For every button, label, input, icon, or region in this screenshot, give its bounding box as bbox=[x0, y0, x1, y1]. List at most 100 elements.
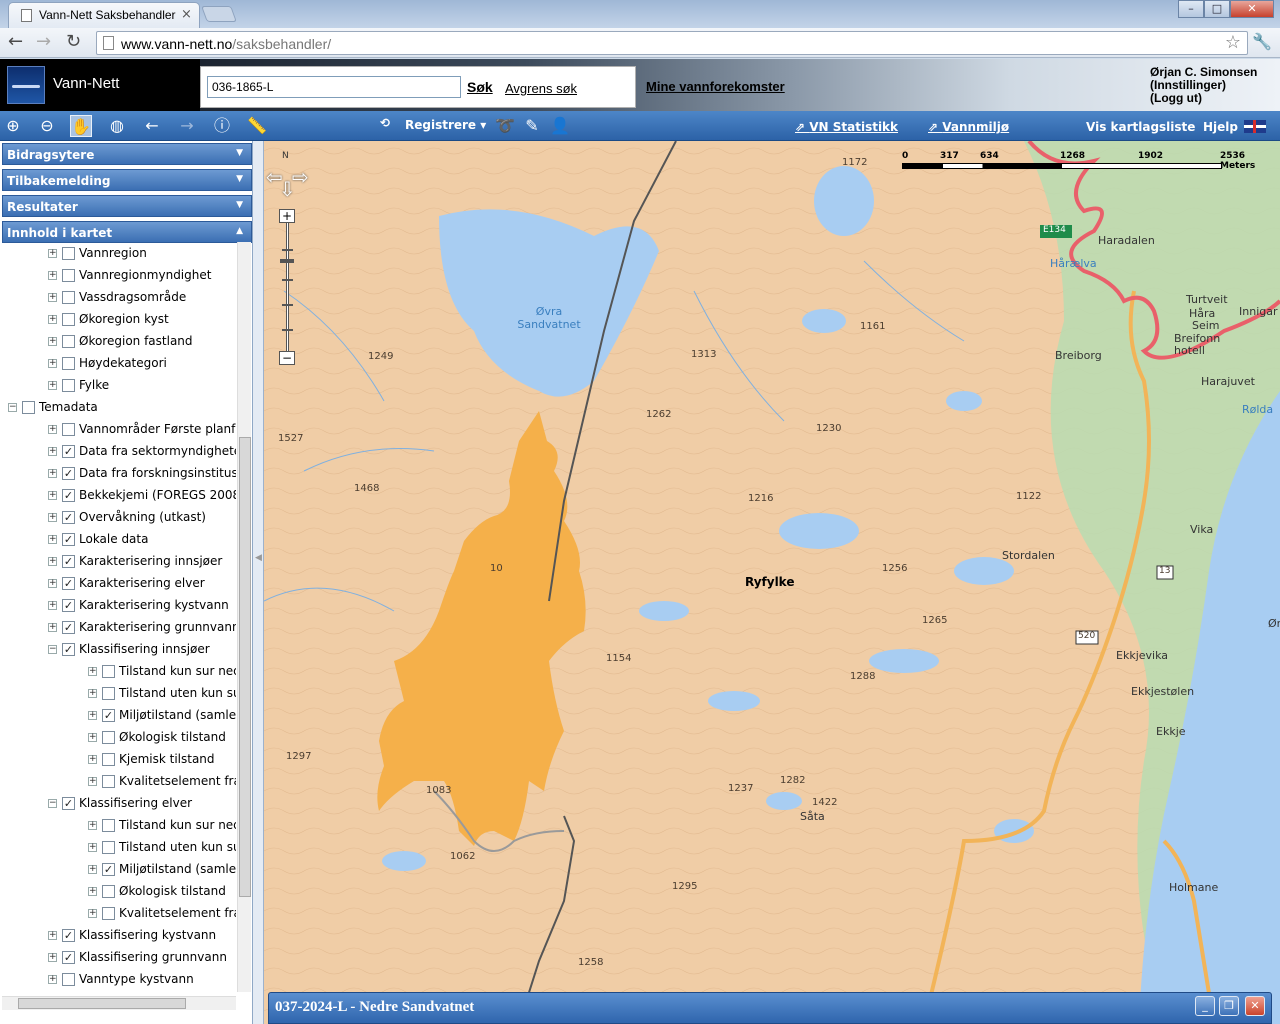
expand-icon[interactable]: + bbox=[48, 425, 57, 434]
full-extent-globe-icon[interactable]: ◍ bbox=[106, 115, 128, 137]
scrollbar-thumb[interactable] bbox=[18, 998, 186, 1009]
search-input[interactable] bbox=[207, 76, 461, 98]
expand-icon[interactable]: + bbox=[88, 843, 97, 852]
tree-item[interactable]: + Tilstand kun sur nedbør bbox=[88, 662, 236, 684]
tree-item[interactable]: + Økologisk tilstand bbox=[88, 728, 236, 750]
panel-splitter[interactable]: ◀ bbox=[253, 141, 264, 1024]
scrollbar-thumb[interactable] bbox=[239, 437, 251, 897]
tree-item[interactable]: + Vassdragsområde bbox=[48, 288, 236, 310]
english-flag-icon[interactable] bbox=[1244, 120, 1266, 133]
tree-item[interactable]: + Kjemisk tilstand bbox=[88, 750, 236, 772]
section-innhold-i-kartet[interactable]: Innhold i kartet ▲ bbox=[2, 221, 252, 243]
tree-item[interactable]: + ✓ Data fra sektormyndigheter bbox=[48, 442, 236, 464]
layer-checkbox[interactable]: ✓ bbox=[62, 467, 75, 480]
expand-icon[interactable]: + bbox=[48, 359, 57, 368]
section-tilbakemelding[interactable]: Tilbakemelding ▼ bbox=[2, 169, 252, 191]
zoom-track[interactable] bbox=[286, 223, 289, 351]
vn-statistikk-link[interactable]: ⇗ VN Statistikk bbox=[795, 120, 898, 134]
tree-item[interactable]: + ✓ Karakterisering grunnvann bbox=[48, 618, 236, 640]
layer-checkbox[interactable]: ✓ bbox=[62, 489, 75, 502]
tree-item[interactable]: + ✓ Miljøtilstand (samlet) bbox=[88, 706, 236, 728]
layer-checkbox[interactable] bbox=[62, 973, 75, 986]
reload-icon[interactable]: ↻ bbox=[66, 32, 81, 52]
tree-item[interactable]: + Økologisk tilstand bbox=[88, 882, 236, 904]
layer-checkbox[interactable] bbox=[102, 819, 115, 832]
expand-icon[interactable]: + bbox=[48, 579, 57, 588]
next-extent-icon[interactable]: → bbox=[176, 115, 198, 137]
layer-checkbox[interactable]: ✓ bbox=[62, 643, 75, 656]
expand-icon[interactable]: + bbox=[48, 249, 57, 258]
measure-ruler-icon[interactable]: 📏 bbox=[246, 115, 268, 137]
new-tab-button[interactable] bbox=[201, 6, 237, 22]
window-maximize-button[interactable]: □ bbox=[1204, 0, 1230, 18]
layer-checkbox[interactable]: ✓ bbox=[62, 445, 75, 458]
expand-icon[interactable]: + bbox=[48, 953, 57, 962]
tree-item[interactable]: + Kvalitetselement fra bbox=[88, 904, 236, 926]
layer-checkbox[interactable]: ✓ bbox=[62, 599, 75, 612]
tree-item[interactable]: + ✓ Karakterisering innsjøer bbox=[48, 552, 236, 574]
registrere-dropdown[interactable]: ⟲ Registrere ▾ bbox=[380, 116, 486, 132]
address-bar[interactable]: www.vann-nett.no/saksbehandler/ ☆ bbox=[96, 31, 1248, 55]
window-minimize-button[interactable]: – bbox=[1178, 0, 1204, 18]
expand-icon[interactable]: + bbox=[48, 381, 57, 390]
refine-search-link[interactable]: Avgrens søk bbox=[505, 81, 577, 96]
expand-icon[interactable]: + bbox=[48, 315, 57, 324]
expand-icon[interactable]: + bbox=[88, 689, 97, 698]
layer-checkbox[interactable]: ✓ bbox=[62, 533, 75, 546]
layer-checkbox[interactable] bbox=[62, 423, 75, 436]
expand-icon[interactable]: + bbox=[48, 557, 57, 566]
expand-icon[interactable]: + bbox=[88, 821, 97, 830]
tree-item[interactable]: + Fylke bbox=[48, 376, 236, 398]
zoom-slider[interactable]: + − bbox=[279, 209, 297, 365]
zoom-out-icon[interactable]: ⊖ bbox=[36, 115, 58, 137]
layer-checkbox[interactable] bbox=[102, 907, 115, 920]
my-waters-link[interactable]: Mine vannforekomster bbox=[646, 79, 785, 94]
panel-close-button[interactable]: ✕ bbox=[1245, 996, 1265, 1016]
layer-checkbox[interactable] bbox=[102, 665, 115, 678]
layer-checkbox[interactable] bbox=[102, 687, 115, 700]
draw-line-icon[interactable]: ➰ bbox=[494, 115, 516, 137]
tree-item[interactable]: + Tilstand uten kun sur nedbør bbox=[88, 838, 236, 860]
layer-checkbox[interactable]: ✓ bbox=[62, 577, 75, 590]
tree-item[interactable]: + Tilstand uten kun sur nedbør bbox=[88, 684, 236, 706]
pan-south-arrow-icon[interactable]: ⇩ bbox=[279, 177, 296, 201]
tree-item[interactable]: − ✓ Klassifisering innsjøer bbox=[48, 640, 236, 662]
layer-checkbox[interactable] bbox=[22, 401, 35, 414]
expand-icon[interactable]: + bbox=[88, 887, 97, 896]
window-close-button[interactable]: ✕ bbox=[1230, 0, 1274, 18]
wrench-menu-icon[interactable]: 🔧 bbox=[1252, 32, 1272, 51]
help-link[interactable]: Hjelp bbox=[1203, 120, 1238, 134]
collapse-icon[interactable]: − bbox=[48, 799, 57, 808]
tree-item[interactable]: + ✓ Klassifisering grunnvann bbox=[48, 948, 236, 970]
layer-checkbox[interactable]: ✓ bbox=[62, 951, 75, 964]
tree-item[interactable]: + ✓ Miljøtilstand (samlet) bbox=[88, 860, 236, 882]
section-resultater[interactable]: Resultater ▼ bbox=[2, 195, 252, 217]
layer-list-link[interactable]: Vis kartlagsliste bbox=[1086, 120, 1195, 134]
layer-checkbox[interactable]: ✓ bbox=[102, 863, 115, 876]
expand-icon[interactable]: + bbox=[88, 733, 97, 742]
expand-icon[interactable]: + bbox=[48, 293, 57, 302]
identify-info-icon[interactable]: ⓘ bbox=[211, 115, 233, 137]
expand-icon[interactable]: + bbox=[48, 337, 57, 346]
expand-icon[interactable]: + bbox=[88, 755, 97, 764]
layer-checkbox[interactable] bbox=[102, 753, 115, 766]
tree-item[interactable]: + Vanntype kystvann bbox=[48, 970, 236, 990]
layer-checkbox[interactable] bbox=[102, 841, 115, 854]
tree-item[interactable]: + ✓ Klassifisering kystvann bbox=[48, 926, 236, 948]
tree-item[interactable]: + ✓ Karakterisering kystvann bbox=[48, 596, 236, 618]
zoom-out-button[interactable]: − bbox=[279, 351, 295, 365]
layer-checkbox[interactable] bbox=[102, 731, 115, 744]
tree-item[interactable]: − Temadata bbox=[8, 398, 236, 420]
expand-icon[interactable]: + bbox=[88, 667, 97, 676]
tree-item[interactable]: + Kvalitetselement fra bbox=[88, 772, 236, 794]
layer-checkbox[interactable]: ✓ bbox=[62, 621, 75, 634]
tree-item[interactable]: + Vannregionmyndighet bbox=[48, 266, 236, 288]
expand-icon[interactable]: + bbox=[88, 711, 97, 720]
expand-icon[interactable]: + bbox=[48, 931, 57, 940]
layer-checkbox[interactable]: ✓ bbox=[62, 555, 75, 568]
pan-control[interactable]: N ⇦ ⇨ ⇩ bbox=[266, 151, 312, 201]
layer-checkbox[interactable]: ✓ bbox=[102, 709, 115, 722]
tree-item[interactable]: − ✓ Klassifisering elver bbox=[48, 794, 236, 816]
layer-checkbox[interactable] bbox=[62, 269, 75, 282]
bookmark-star-icon[interactable]: ☆ bbox=[1225, 32, 1241, 53]
